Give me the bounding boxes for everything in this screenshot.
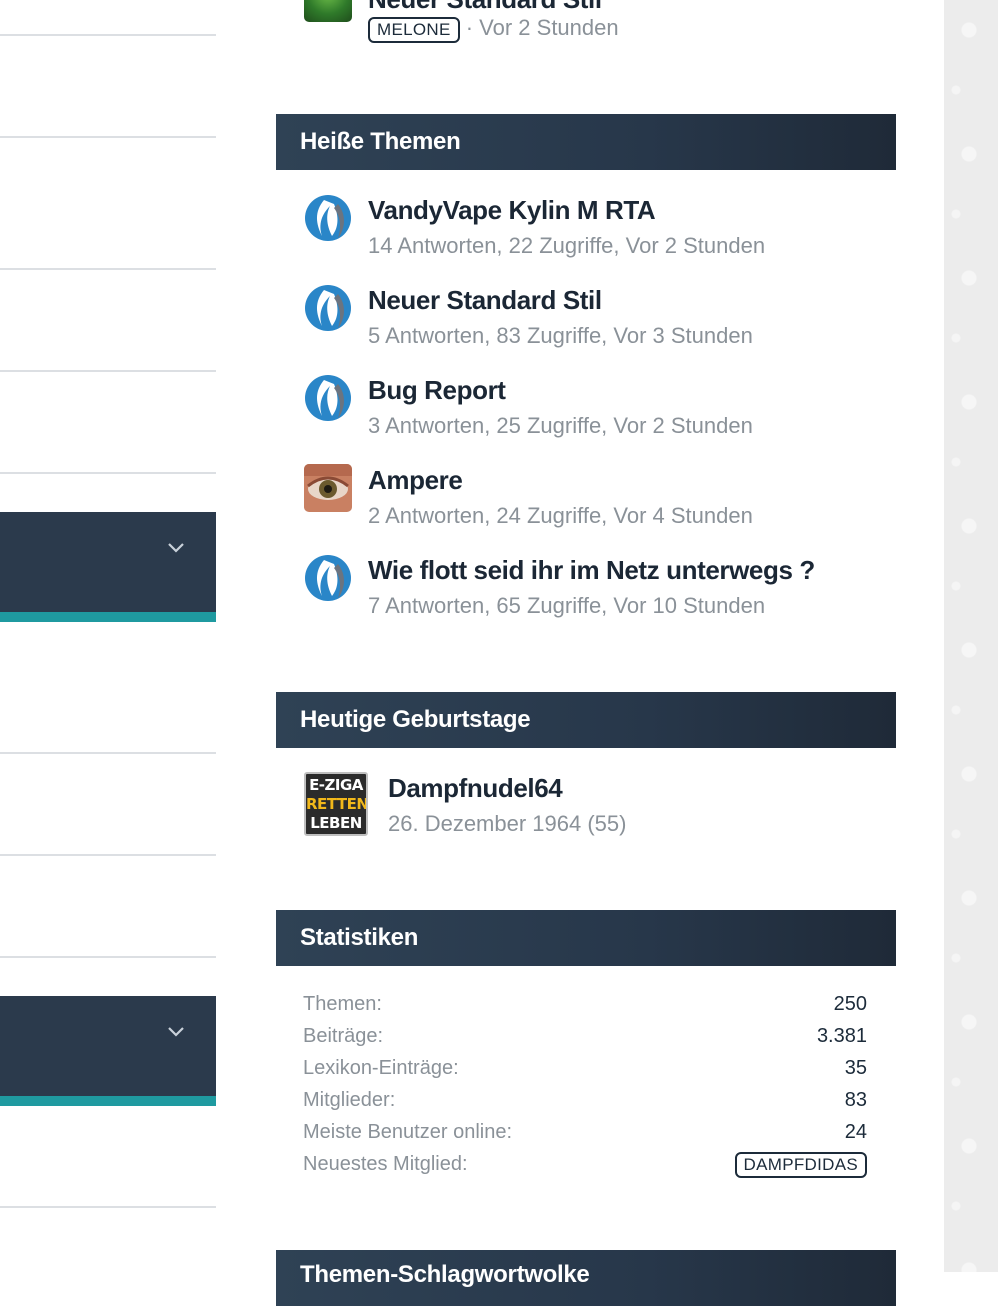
topic-meta: 14 Antworten, 22 Zugriffe, Vor 2 Stunden — [368, 233, 766, 258]
hot-topics-header: Heiße Themen — [276, 114, 896, 170]
sidebar-divider — [0, 854, 216, 856]
stat-label: Neuestes Mitglied: — [303, 1153, 468, 1175]
sidebar-divider — [0, 370, 216, 372]
ezigaretten-avatar[interactable]: E-ZIGA RETTEN LEBEN — [304, 772, 368, 836]
flame-logo-icon[interactable] — [304, 554, 352, 602]
topic-title-link[interactable]: VandyVape Kylin M RTA — [368, 195, 656, 226]
stat-value: 24 — [844, 1121, 867, 1143]
flame-logo-icon[interactable] — [304, 284, 352, 332]
birthdays-header: Heutige Geburtstage — [276, 692, 896, 748]
topic-title-link[interactable]: Wie flott seid ihr im Netz unterwegs ? — [368, 555, 815, 586]
chevron-down-icon[interactable] — [166, 1022, 186, 1042]
sidebar-divider — [0, 956, 216, 958]
sidebar-divider — [0, 268, 216, 270]
topic-meta: 3 Antworten, 25 Zugriffe, Vor 2 Stunden — [368, 413, 753, 438]
chevron-down-icon[interactable] — [166, 538, 186, 558]
topic-title-link[interactable]: Bug Report — [368, 375, 506, 406]
birthday-date: 26. Dezember 1964 (55) — [388, 811, 627, 836]
statistics-header: Statistiken — [276, 910, 896, 966]
topic-title-link[interactable]: Ampere — [368, 465, 463, 496]
sidebar-divider — [0, 34, 216, 36]
avatar-line: RETTEN — [306, 795, 368, 813]
sidebar-divider — [0, 1206, 216, 1208]
stat-value: 3.381 — [816, 1025, 867, 1047]
previous-item-meta: MELONE · Vor 2 Stunden — [368, 15, 619, 43]
previous-item-time: · Vor 2 Stunden — [465, 15, 619, 40]
avatar-line: E-ZIGA — [309, 776, 363, 794]
previous-item-title[interactable]: Neuer Standard Stil — [368, 0, 602, 15]
flame-logo-icon[interactable] — [304, 194, 352, 242]
tag-cloud-header: Themen-Schlagwortwolke — [276, 1250, 896, 1306]
sidebar-divider — [0, 752, 216, 754]
sidebar-collapsible-header[interactable] — [0, 996, 216, 1106]
sidebar-collapsible-header[interactable] — [0, 512, 216, 622]
eye-photo-avatar[interactable] — [304, 464, 352, 512]
topic-meta: 2 Antworten, 24 Zugriffe, Vor 4 Stunden — [368, 503, 753, 528]
stat-value: 250 — [833, 993, 867, 1015]
sidebar-divider — [0, 136, 216, 138]
left-sidebar — [0, 0, 216, 1272]
stat-label: Beiträge: — [303, 1025, 384, 1047]
flame-logo-icon[interactable] — [304, 374, 352, 422]
stat-label: Lexikon-Einträge: — [303, 1057, 459, 1079]
melon-avatar[interactable] — [304, 0, 352, 22]
stat-value: 35 — [844, 1057, 867, 1079]
birthday-username-link[interactable]: Dampfnudel64 — [388, 773, 563, 804]
stat-value: 83 — [844, 1089, 867, 1111]
topic-meta: 7 Antworten, 65 Zugriffe, Vor 10 Stunden — [368, 593, 766, 618]
stat-label: Mitglieder: — [303, 1089, 396, 1111]
sidebar-divider — [0, 472, 216, 474]
page-background-pattern — [944, 0, 998, 1272]
topic-meta: 5 Antworten, 83 Zugriffe, Vor 3 Stunden — [368, 323, 753, 348]
stat-label: Meiste Benutzer online: — [303, 1121, 513, 1143]
avatar-line: LEBEN — [310, 814, 362, 832]
topic-title-link[interactable]: Neuer Standard Stil — [368, 285, 602, 316]
stat-label: Themen: — [303, 993, 382, 1015]
user-tag-badge[interactable]: MELONE — [368, 17, 460, 43]
newest-member: DAMPFDIDAS — [734, 1152, 867, 1178]
newest-member-badge[interactable]: DAMPFDIDAS — [734, 1152, 867, 1178]
